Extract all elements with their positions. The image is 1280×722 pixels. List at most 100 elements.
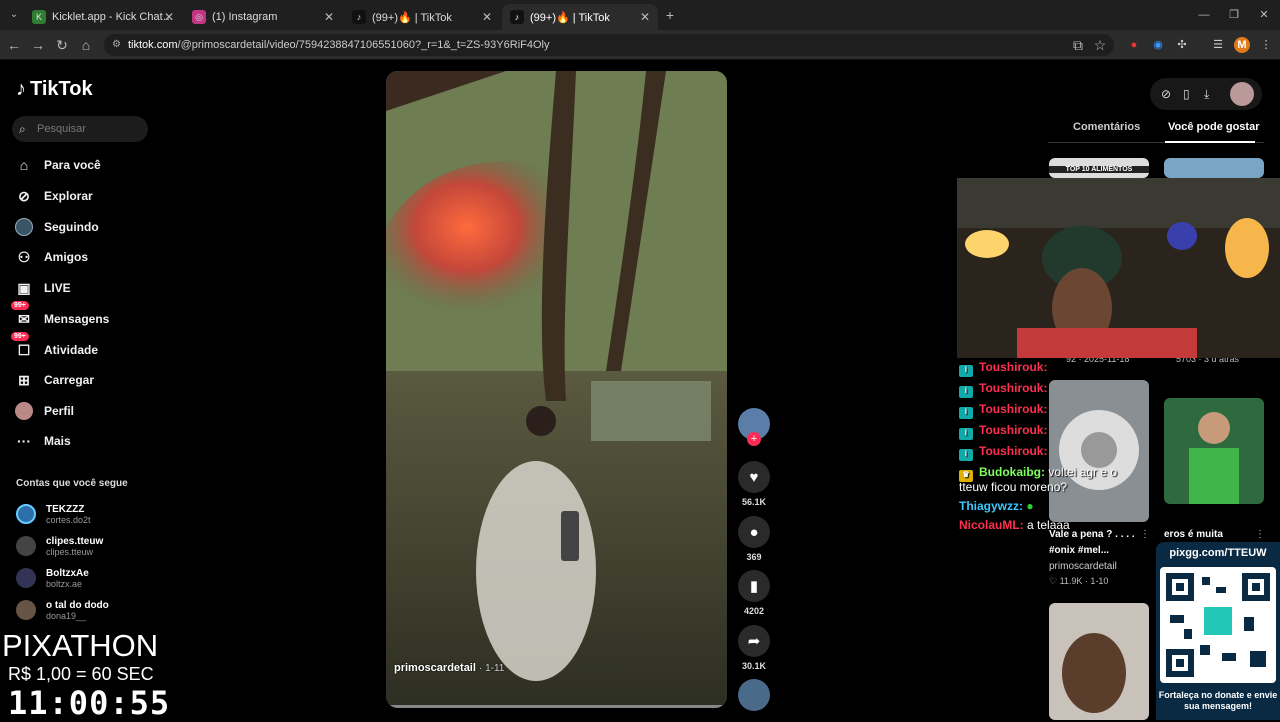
search-input[interactable]: ⌕ Pesquisar bbox=[12, 116, 148, 142]
compass-icon[interactable]: ⊘ bbox=[1161, 87, 1171, 101]
wheel-thumbnail bbox=[1059, 410, 1139, 490]
window-close-icon[interactable]: ✕ bbox=[1256, 7, 1272, 23]
heart-icon: ♥ bbox=[738, 461, 770, 493]
suggested-thumbnail[interactable] bbox=[1164, 158, 1264, 178]
suggested-thumbnail[interactable] bbox=[1049, 380, 1149, 522]
browser-tab-tiktok-active[interactable]: ♪ (99+)🔥 | TikTok ✕ bbox=[502, 4, 658, 30]
chat-text: tteuw ficou moreno? bbox=[959, 480, 1068, 494]
profile-avatar[interactable]: M bbox=[1234, 37, 1250, 53]
close-icon[interactable]: ✕ bbox=[482, 10, 492, 24]
browser-address-bar: ← → ↻ ⌂ ⚙ tiktok.com/@primoscardetail/vi… bbox=[0, 30, 1280, 60]
account-handle: clipes.tteuw bbox=[46, 546, 94, 557]
active-tab-indicator bbox=[1165, 141, 1255, 143]
account-name: clipes.tteuw bbox=[46, 535, 104, 547]
close-icon[interactable]: ✕ bbox=[324, 10, 334, 24]
chat-message: Ꭵ Toushirouk: bbox=[959, 381, 1047, 398]
followed-account[interactable]: TEKZZZ cortes.do2t bbox=[16, 500, 91, 528]
video-progress-bar[interactable] bbox=[386, 705, 727, 708]
tab-search-icon[interactable]: ⌄ bbox=[6, 7, 22, 23]
suggested-thumbnail[interactable]: TOP 10 ALIMENTOS bbox=[1049, 158, 1149, 178]
sidebar-item-amigos[interactable]: ⚇ Amigos bbox=[14, 246, 88, 268]
tiktok-logo[interactable]: ♪ TikTok bbox=[16, 78, 93, 101]
minimize-icon[interactable]: — bbox=[1196, 7, 1212, 23]
reload-icon[interactable]: ↻ bbox=[54, 37, 70, 53]
home-icon[interactable]: ⌂ bbox=[78, 37, 94, 53]
sidebar-item-para-voce[interactable]: ⌂ Para você bbox=[14, 154, 101, 176]
extensions-puzzle-icon[interactable]: ✣ bbox=[1174, 37, 1190, 53]
follow-plus-icon[interactable]: + bbox=[747, 432, 761, 446]
sidebar-item-perfil[interactable]: Perfil bbox=[14, 400, 74, 422]
comment-icon: ● bbox=[738, 516, 770, 548]
sidebar-item-carregar[interactable]: ⊞ Carregar bbox=[14, 369, 94, 391]
like-count: 56.1K bbox=[741, 497, 767, 507]
browser-tab-instagram[interactable]: ◎ (1) Instagram ✕ bbox=[184, 4, 342, 30]
video-hashtags[interactable]: #onix #mel... bbox=[1049, 544, 1109, 558]
suggested-thumbnail[interactable] bbox=[1164, 398, 1264, 504]
share-button[interactable]: ➦ 30.1K bbox=[737, 625, 771, 671]
save-count: 4202 bbox=[743, 606, 765, 616]
creator-avatar-rail[interactable]: + bbox=[737, 408, 771, 446]
restore-icon[interactable]: ❐ bbox=[1226, 7, 1242, 23]
tab-title: (99+)🔥 | TikTok bbox=[372, 11, 452, 24]
followed-account[interactable]: o tal do dodo dona19__ bbox=[16, 596, 109, 624]
logo-text: TikTok bbox=[30, 78, 93, 100]
sidebar-item-label: Perfil bbox=[44, 404, 75, 418]
followed-account[interactable]: clipes.tteuw clipes.tteuw bbox=[16, 532, 103, 560]
avatar bbox=[16, 568, 36, 588]
browser-tab-tiktok[interactable]: ♪ (99+)🔥 | TikTok ✕ bbox=[344, 4, 500, 30]
extension-audio-icon[interactable]: ◉ bbox=[1150, 37, 1166, 53]
like-button[interactable]: ♥ 56.1K bbox=[737, 461, 771, 507]
tab-suggested[interactable]: Você pode gostar bbox=[1168, 121, 1259, 133]
close-icon[interactable]: ✕ bbox=[640, 10, 650, 24]
suggested-thumbnail[interactable] bbox=[1049, 603, 1149, 720]
share-count: 30.1K bbox=[741, 661, 767, 671]
followed-account[interactable]: BoltzxAe boltzx.ae bbox=[16, 564, 89, 592]
sidebar-item-atividade[interactable]: ☐ 99+ Atividade bbox=[11, 332, 98, 361]
person-thumbnail bbox=[1062, 633, 1126, 713]
sidebar-item-mensagens[interactable]: ✉ 99+ Mensagens bbox=[11, 301, 109, 330]
sidebar-item-label: LIVE bbox=[44, 281, 71, 295]
new-tab-icon[interactable]: + bbox=[662, 7, 678, 23]
chat-username: Toushirouk: bbox=[979, 402, 1048, 416]
tab-comments[interactable]: Comentários bbox=[1073, 121, 1140, 133]
more-options-icon[interactable]: ⋮ bbox=[1140, 528, 1150, 542]
sound-avatar[interactable] bbox=[737, 679, 771, 711]
pixgg-url: pixgg.com/TTEUW bbox=[1169, 547, 1267, 559]
video-caption[interactable]: eros é muita bbox=[1164, 528, 1223, 542]
account-handle: cortes.do2t bbox=[46, 514, 91, 525]
video-author[interactable]: primoscardetail · 1-11 bbox=[394, 662, 504, 674]
notification-badge: 99+ bbox=[11, 301, 29, 310]
forward-icon[interactable]: → bbox=[30, 37, 46, 53]
reading-list-icon[interactable]: ☰ bbox=[1210, 37, 1226, 53]
tiktok-favicon-icon: ♪ bbox=[510, 10, 524, 24]
sidebar-item-explorar[interactable]: ⊘ Explorar bbox=[14, 185, 93, 207]
browser-tab-kicklet[interactable]: K Kicklet.app - Kick Chatbot and ✕ bbox=[24, 4, 182, 30]
sidebar-item-mais[interactable]: ··· Mais bbox=[14, 430, 71, 452]
account-handle: dona19__ bbox=[46, 610, 87, 621]
video-stats: ♡ 11.9K · 1-10 bbox=[1049, 576, 1109, 586]
emote-icon: ● bbox=[1026, 499, 1034, 513]
video-author-name[interactable]: primoscardetail bbox=[1049, 560, 1117, 574]
extension-red-icon[interactable]: ● bbox=[1126, 37, 1142, 53]
site-info-icon[interactable]: ⚙ bbox=[112, 34, 121, 56]
account-handle: boltzx.ae bbox=[46, 578, 83, 589]
more-options-icon[interactable]: ⋮ bbox=[1255, 528, 1265, 542]
sidebar-item-live[interactable]: ▣ LIVE bbox=[14, 277, 71, 299]
url-field[interactable]: ⚙ tiktok.com/@primoscardetail/video/7594… bbox=[104, 34, 1114, 56]
chat-username: Toushirouk: bbox=[979, 381, 1048, 395]
save-button[interactable]: ▮ 4202 bbox=[737, 570, 771, 616]
bookmark-star-icon[interactable]: ☆ bbox=[1092, 37, 1108, 53]
share-icon: ➦ bbox=[738, 625, 770, 657]
comment-button[interactable]: ● 369 bbox=[737, 516, 771, 562]
download-icon[interactable]: ⤓ bbox=[1204, 87, 1209, 102]
back-icon[interactable]: ← bbox=[6, 37, 22, 53]
close-icon[interactable]: ✕ bbox=[164, 10, 174, 24]
video-player[interactable]: primoscardetail · 1-11 bbox=[386, 71, 727, 708]
chat-message: Thiagywzz: ● bbox=[959, 499, 1034, 513]
avatar[interactable] bbox=[1230, 82, 1254, 106]
chat-badge-icon: Ꭵ bbox=[959, 428, 973, 440]
sidebar-item-seguindo[interactable]: Seguindo bbox=[14, 216, 99, 238]
menu-kebab-icon[interactable]: ⋮ bbox=[1258, 37, 1274, 53]
install-app-icon[interactable]: ⧉ bbox=[1070, 37, 1086, 53]
device-icon[interactable]: ▯ bbox=[1183, 87, 1190, 101]
